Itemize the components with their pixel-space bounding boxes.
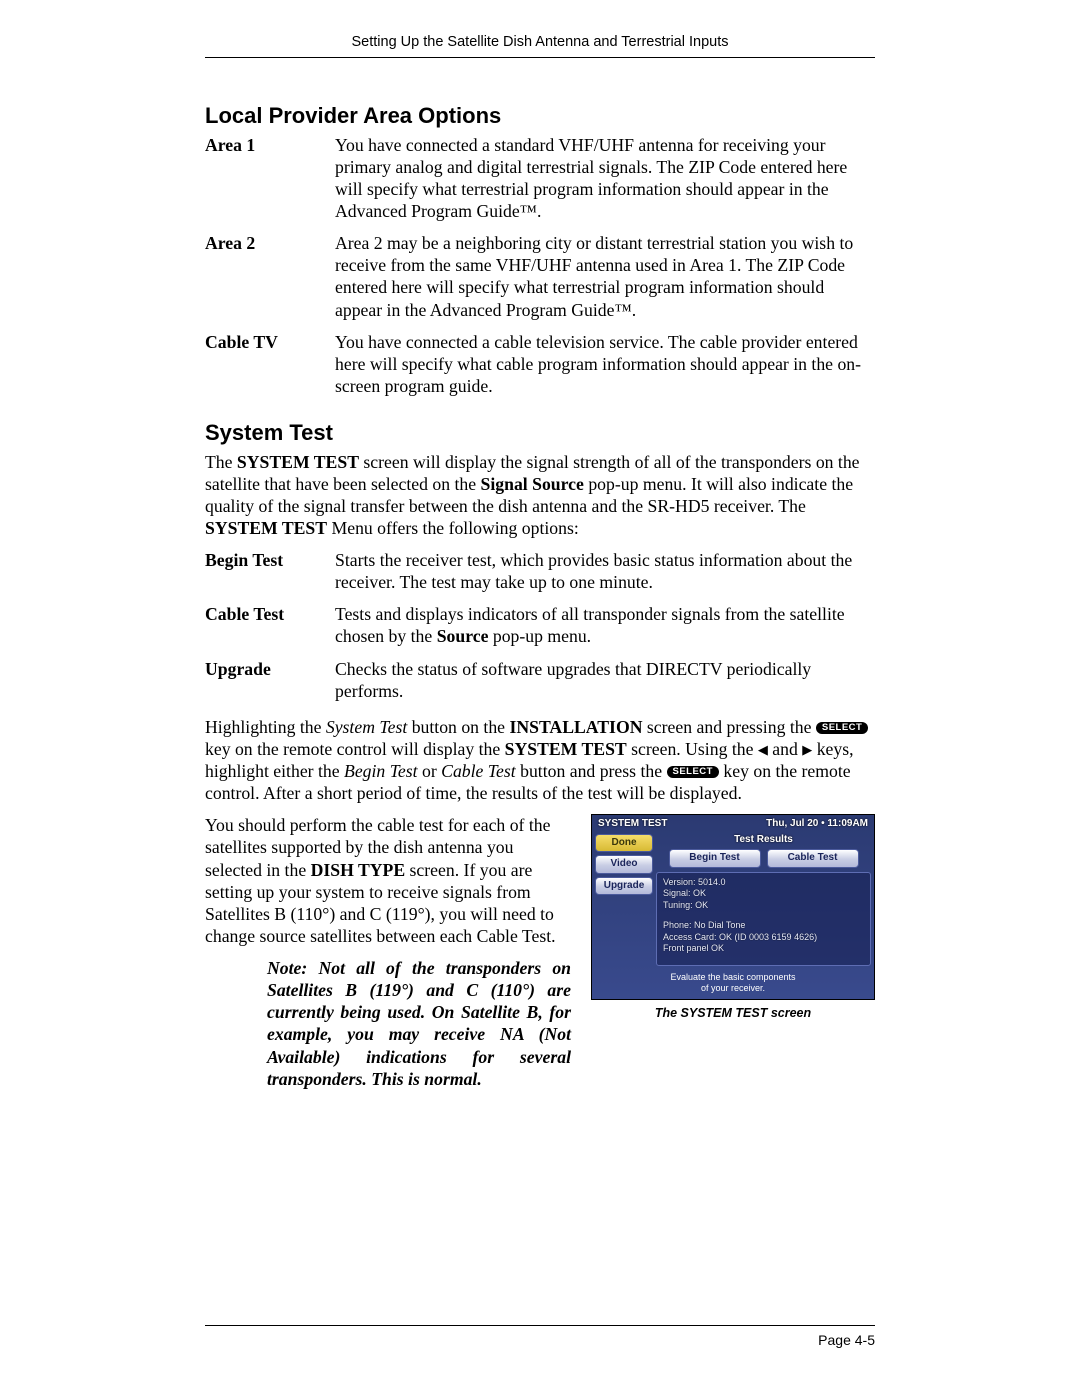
ss-line: Phone: No Dial Tone — [663, 920, 864, 932]
def-term: Area 2 — [205, 232, 335, 321]
text-bold: SYSTEM TEST — [505, 739, 627, 759]
def-area1: Area 1 You have connected a standard VHF… — [205, 134, 875, 223]
ss-subtitle: Test Results — [656, 834, 871, 848]
text: and — [768, 739, 802, 759]
text: or — [418, 761, 442, 781]
ss-side-upgrade[interactable]: Upgrade — [595, 877, 653, 896]
ss-footer: Evaluate the basic components of your re… — [592, 969, 874, 1000]
def-desc: Area 2 may be a neighboring city or dist… — [335, 232, 875, 321]
def-desc: Checks the status of software upgrades t… — [335, 658, 875, 702]
text-bold: SYSTEM TEST — [205, 518, 327, 538]
def-desc: Starts the receiver test, which provides… — [335, 549, 875, 593]
def-area2: Area 2 Area 2 may be a neighboring city … — [205, 232, 875, 321]
right-arrow-icon: ▶ — [802, 742, 812, 757]
select-key-icon: SELECT — [816, 722, 868, 734]
ss-line: Access Card: OK (ID 0003 6159 4626) — [663, 932, 864, 944]
def-term: Area 1 — [205, 134, 335, 223]
def-term: Upgrade — [205, 658, 335, 702]
running-head: Setting Up the Satellite Dish Antenna an… — [205, 33, 875, 58]
systemtest-para3: You should perform the cable test for ea… — [205, 814, 571, 947]
text: Highlighting the — [205, 717, 326, 737]
ss-footer-line: Evaluate the basic components — [592, 972, 874, 983]
ss-side-done[interactable]: Done — [595, 834, 653, 853]
ss-line: Front panel OK — [663, 943, 864, 955]
text-italic: System Test — [326, 717, 407, 737]
def-desc: You have connected a cable television se… — [335, 331, 875, 397]
text: pop-up menu. — [488, 626, 591, 646]
ss-footer-line: of your receiver. — [592, 983, 874, 994]
def-cable-test: Cable Test Tests and displays indicators… — [205, 603, 875, 647]
text-bold: Signal Source — [481, 474, 584, 494]
text-bold: INSTALLATION — [509, 717, 642, 737]
ss-tab-cable[interactable]: Cable Test — [767, 849, 859, 868]
text-bold: SYSTEM TEST — [237, 452, 359, 472]
text: Menu offers the following options: — [327, 518, 579, 538]
text: screen and pressing the — [642, 717, 815, 737]
def-term: Cable TV — [205, 331, 335, 397]
text: key on the remote control will display t… — [205, 739, 505, 759]
text: button on the — [407, 717, 509, 737]
def-term: Cable Test — [205, 603, 335, 647]
text-italic: Cable Test — [441, 761, 516, 781]
text: screen. Using the — [627, 739, 758, 759]
text: The — [205, 452, 237, 472]
select-key-icon: SELECT — [667, 766, 719, 778]
text-italic: Begin Test — [344, 761, 418, 781]
text-bold: DISH TYPE — [311, 860, 406, 880]
heading-local-provider: Local Provider Area Options — [205, 102, 875, 130]
def-desc: You have connected a standard VHF/UHF an… — [335, 134, 875, 223]
systemtest-para2: Highlighting the System Test button on t… — [205, 716, 875, 805]
ss-line: Tuning: OK — [663, 900, 864, 912]
ss-side-video[interactable]: Video — [595, 855, 653, 874]
def-desc: Tests and displays indicators of all tra… — [335, 603, 875, 647]
def-begin-test: Begin Test Starts the receiver test, whi… — [205, 549, 875, 593]
left-arrow-icon: ◀ — [758, 742, 768, 757]
system-test-screenshot: SYSTEM TEST Thu, Jul 20 • 11:09AM Done V… — [591, 814, 875, 1000]
systemtest-note: Note: Not all of the transponders on Sat… — [205, 957, 571, 1090]
heading-system-test: System Test — [205, 419, 875, 447]
def-upgrade: Upgrade Checks the status of software up… — [205, 658, 875, 702]
page-footer: Page 4-5 — [205, 1325, 875, 1350]
text-bold: Source — [437, 626, 489, 646]
figure-caption: The SYSTEM TEST screen — [591, 1006, 875, 1022]
ss-results-panel: Version: 5014.0 Signal: OK Tuning: OK Ph… — [656, 872, 871, 966]
def-cabletv: Cable TV You have connected a cable tele… — [205, 331, 875, 397]
text: button and press the — [516, 761, 667, 781]
ss-title: SYSTEM TEST — [598, 818, 667, 831]
ss-line: Version: 5014.0 — [663, 877, 864, 889]
def-term: Begin Test — [205, 549, 335, 593]
ss-tab-begin[interactable]: Begin Test — [669, 849, 761, 868]
ss-clock: Thu, Jul 20 • 11:09AM — [766, 818, 868, 831]
systemtest-intro: The SYSTEM TEST screen will display the … — [205, 451, 875, 540]
ss-line: Signal: OK — [663, 888, 864, 900]
